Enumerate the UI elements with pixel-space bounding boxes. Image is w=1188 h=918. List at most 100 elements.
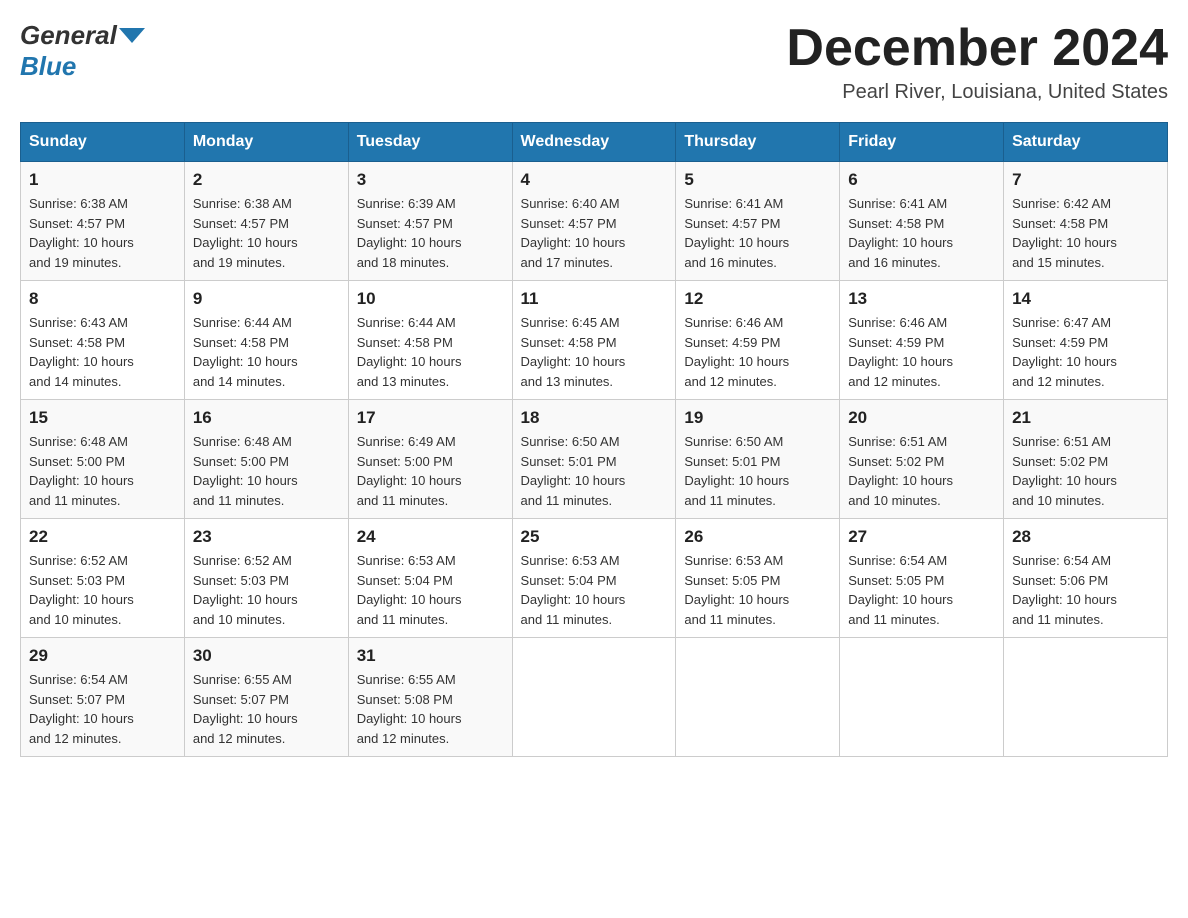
calendar-cell: 20 Sunrise: 6:51 AM Sunset: 5:02 PM Dayl… [840,400,1004,519]
calendar-cell: 15 Sunrise: 6:48 AM Sunset: 5:00 PM Dayl… [21,400,185,519]
col-saturday: Saturday [1004,123,1168,162]
col-tuesday: Tuesday [348,123,512,162]
day-number: 1 [29,170,176,190]
calendar-cell: 23 Sunrise: 6:52 AM Sunset: 5:03 PM Dayl… [184,519,348,638]
day-number: 14 [1012,289,1159,309]
calendar-cell: 30 Sunrise: 6:55 AM Sunset: 5:07 PM Dayl… [184,638,348,757]
calendar-row: 15 Sunrise: 6:48 AM Sunset: 5:00 PM Dayl… [21,400,1168,519]
day-number: 26 [684,527,831,547]
header-row: Sunday Monday Tuesday Wednesday Thursday… [21,123,1168,162]
calendar-cell: 26 Sunrise: 6:53 AM Sunset: 5:05 PM Dayl… [676,519,840,638]
day-number: 8 [29,289,176,309]
calendar-cell: 10 Sunrise: 6:44 AM Sunset: 4:58 PM Dayl… [348,281,512,400]
calendar-cell: 5 Sunrise: 6:41 AM Sunset: 4:57 PM Dayli… [676,162,840,281]
day-number: 4 [521,170,668,190]
calendar-cell [676,638,840,757]
calendar-table: Sunday Monday Tuesday Wednesday Thursday… [20,122,1168,757]
day-number: 28 [1012,527,1159,547]
day-number: 24 [357,527,504,547]
day-info: Sunrise: 6:53 AM Sunset: 5:05 PM Dayligh… [684,551,831,629]
day-number: 2 [193,170,340,190]
calendar-cell: 14 Sunrise: 6:47 AM Sunset: 4:59 PM Dayl… [1004,281,1168,400]
calendar-body: 1 Sunrise: 6:38 AM Sunset: 4:57 PM Dayli… [21,162,1168,757]
day-number: 30 [193,646,340,666]
day-info: Sunrise: 6:40 AM Sunset: 4:57 PM Dayligh… [521,194,668,272]
day-info: Sunrise: 6:51 AM Sunset: 5:02 PM Dayligh… [848,432,995,510]
day-info: Sunrise: 6:50 AM Sunset: 5:01 PM Dayligh… [521,432,668,510]
col-wednesday: Wednesday [512,123,676,162]
calendar-cell: 16 Sunrise: 6:48 AM Sunset: 5:00 PM Dayl… [184,400,348,519]
day-info: Sunrise: 6:43 AM Sunset: 4:58 PM Dayligh… [29,313,176,391]
day-info: Sunrise: 6:45 AM Sunset: 4:58 PM Dayligh… [521,313,668,391]
day-number: 15 [29,408,176,428]
day-number: 10 [357,289,504,309]
day-number: 22 [29,527,176,547]
col-sunday: Sunday [21,123,185,162]
day-number: 5 [684,170,831,190]
title-area: December 2024 Pearl River, Louisiana, Un… [786,20,1168,104]
day-info: Sunrise: 6:44 AM Sunset: 4:58 PM Dayligh… [357,313,504,391]
calendar-cell: 17 Sunrise: 6:49 AM Sunset: 5:00 PM Dayl… [348,400,512,519]
day-info: Sunrise: 6:53 AM Sunset: 5:04 PM Dayligh… [357,551,504,629]
day-info: Sunrise: 6:52 AM Sunset: 5:03 PM Dayligh… [193,551,340,629]
day-number: 7 [1012,170,1159,190]
day-number: 25 [521,527,668,547]
calendar-cell: 2 Sunrise: 6:38 AM Sunset: 4:57 PM Dayli… [184,162,348,281]
day-number: 9 [193,289,340,309]
calendar-cell: 1 Sunrise: 6:38 AM Sunset: 4:57 PM Dayli… [21,162,185,281]
calendar-cell: 25 Sunrise: 6:53 AM Sunset: 5:04 PM Dayl… [512,519,676,638]
calendar-cell: 24 Sunrise: 6:53 AM Sunset: 5:04 PM Dayl… [348,519,512,638]
day-info: Sunrise: 6:44 AM Sunset: 4:58 PM Dayligh… [193,313,340,391]
day-number: 27 [848,527,995,547]
day-info: Sunrise: 6:50 AM Sunset: 5:01 PM Dayligh… [684,432,831,510]
col-monday: Monday [184,123,348,162]
day-info: Sunrise: 6:46 AM Sunset: 4:59 PM Dayligh… [684,313,831,391]
location-subtitle: Pearl River, Louisiana, United States [786,81,1168,104]
logo: General Blue [20,20,147,82]
calendar-cell: 4 Sunrise: 6:40 AM Sunset: 4:57 PM Dayli… [512,162,676,281]
calendar-cell: 18 Sunrise: 6:50 AM Sunset: 5:01 PM Dayl… [512,400,676,519]
calendar-cell [1004,638,1168,757]
calendar-row: 22 Sunrise: 6:52 AM Sunset: 5:03 PM Dayl… [21,519,1168,638]
day-number: 13 [848,289,995,309]
calendar-cell: 28 Sunrise: 6:54 AM Sunset: 5:06 PM Dayl… [1004,519,1168,638]
day-number: 23 [193,527,340,547]
calendar-cell: 21 Sunrise: 6:51 AM Sunset: 5:02 PM Dayl… [1004,400,1168,519]
calendar-cell: 6 Sunrise: 6:41 AM Sunset: 4:58 PM Dayli… [840,162,1004,281]
day-info: Sunrise: 6:41 AM Sunset: 4:58 PM Dayligh… [848,194,995,272]
calendar-cell: 11 Sunrise: 6:45 AM Sunset: 4:58 PM Dayl… [512,281,676,400]
calendar-cell: 31 Sunrise: 6:55 AM Sunset: 5:08 PM Dayl… [348,638,512,757]
day-info: Sunrise: 6:54 AM Sunset: 5:05 PM Dayligh… [848,551,995,629]
day-number: 6 [848,170,995,190]
day-info: Sunrise: 6:55 AM Sunset: 5:07 PM Dayligh… [193,670,340,748]
day-number: 21 [1012,408,1159,428]
calendar-cell: 9 Sunrise: 6:44 AM Sunset: 4:58 PM Dayli… [184,281,348,400]
day-info: Sunrise: 6:42 AM Sunset: 4:58 PM Dayligh… [1012,194,1159,272]
day-info: Sunrise: 6:54 AM Sunset: 5:07 PM Dayligh… [29,670,176,748]
logo-general-text: General [20,20,117,51]
calendar-cell: 8 Sunrise: 6:43 AM Sunset: 4:58 PM Dayli… [21,281,185,400]
calendar-cell: 22 Sunrise: 6:52 AM Sunset: 5:03 PM Dayl… [21,519,185,638]
day-info: Sunrise: 6:38 AM Sunset: 4:57 PM Dayligh… [29,194,176,272]
calendar-cell: 3 Sunrise: 6:39 AM Sunset: 4:57 PM Dayli… [348,162,512,281]
day-number: 16 [193,408,340,428]
calendar-cell: 29 Sunrise: 6:54 AM Sunset: 5:07 PM Dayl… [21,638,185,757]
day-number: 17 [357,408,504,428]
calendar-row: 1 Sunrise: 6:38 AM Sunset: 4:57 PM Dayli… [21,162,1168,281]
day-info: Sunrise: 6:52 AM Sunset: 5:03 PM Dayligh… [29,551,176,629]
day-info: Sunrise: 6:53 AM Sunset: 5:04 PM Dayligh… [521,551,668,629]
calendar-row: 8 Sunrise: 6:43 AM Sunset: 4:58 PM Dayli… [21,281,1168,400]
calendar-cell: 13 Sunrise: 6:46 AM Sunset: 4:59 PM Dayl… [840,281,1004,400]
day-info: Sunrise: 6:47 AM Sunset: 4:59 PM Dayligh… [1012,313,1159,391]
month-title: December 2024 [786,20,1168,77]
day-number: 20 [848,408,995,428]
logo-triangle-icon [119,28,145,43]
col-thursday: Thursday [676,123,840,162]
day-number: 19 [684,408,831,428]
calendar-cell: 19 Sunrise: 6:50 AM Sunset: 5:01 PM Dayl… [676,400,840,519]
calendar-cell: 12 Sunrise: 6:46 AM Sunset: 4:59 PM Dayl… [676,281,840,400]
day-info: Sunrise: 6:41 AM Sunset: 4:57 PM Dayligh… [684,194,831,272]
day-info: Sunrise: 6:38 AM Sunset: 4:57 PM Dayligh… [193,194,340,272]
day-info: Sunrise: 6:46 AM Sunset: 4:59 PM Dayligh… [848,313,995,391]
day-info: Sunrise: 6:49 AM Sunset: 5:00 PM Dayligh… [357,432,504,510]
